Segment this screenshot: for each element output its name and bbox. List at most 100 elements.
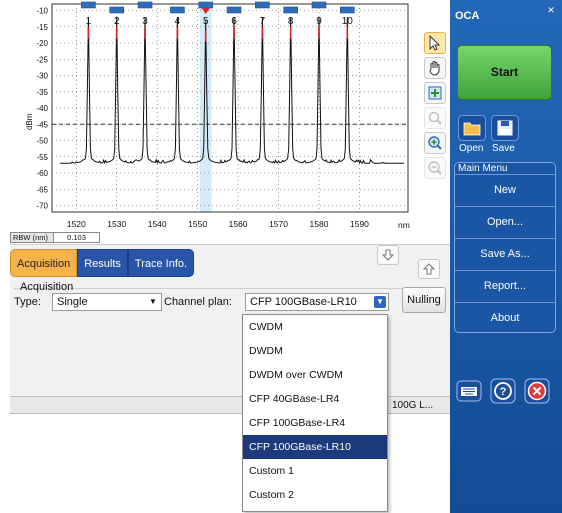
channel-plan-option-selected[interactable]: CFP 100GBase-LR10: [243, 435, 387, 459]
y-axis-label: dBm: [25, 113, 34, 130]
spectrum-trace: [60, 16, 404, 165]
channel-marker[interactable]: [170, 6, 185, 14]
status-text: 100G L...: [392, 400, 434, 411]
cursor-icon: [429, 35, 441, 51]
y-tick-label: -35: [36, 88, 48, 97]
tab-trace-info[interactable]: Trace Info.: [127, 249, 195, 277]
x-tick-label: 1530: [107, 219, 126, 229]
channel-marker[interactable]: [311, 1, 327, 9]
menu-item-about[interactable]: About: [455, 302, 555, 333]
channel-plan-dropdown-list: CWDM DWDM DWDM over CWDM CFP 40GBase-LR4…: [242, 314, 388, 512]
open-button[interactable]: [458, 115, 486, 141]
spectrum-chart[interactable]: -10 -15 -20 -25 -30 -35 -40 -45 -50 -55 -60 -65 -70 1…: [10, 0, 418, 232]
keyboard-button[interactable]: [456, 378, 482, 404]
channel-marker[interactable]: [81, 1, 96, 9]
menu-item-open[interactable]: Open...: [455, 206, 555, 237]
channel-plan-option[interactable]: DWDM: [243, 339, 387, 363]
type-label: Type:: [14, 296, 41, 308]
channel-marker[interactable]: [255, 1, 270, 9]
channel-number-label: 6: [231, 16, 237, 27]
y-tick-label: -15: [36, 23, 48, 32]
y-tick-label: -25: [36, 55, 48, 64]
channel-plan-option[interactable]: Custom 1: [243, 459, 387, 483]
channel-number-label: 3: [142, 16, 148, 27]
channel-marker[interactable]: [137, 1, 153, 9]
channel-number-label: 9: [316, 16, 322, 27]
tab-acquisition[interactable]: Acquisition: [10, 249, 78, 277]
main-menu-title: Main Menu: [458, 163, 508, 174]
channel-number-label: 1: [86, 16, 92, 27]
y-tick-label: -45: [36, 120, 48, 129]
zoom-fit-icon: [428, 86, 442, 100]
type-select-value: Single: [57, 296, 88, 308]
exit-button[interactable]: [524, 378, 550, 404]
chevron-down-icon: ▼: [149, 297, 157, 306]
x-axis-unit: nm: [398, 220, 410, 230]
acquisition-group-title: Acquisition: [20, 281, 74, 293]
channel-marker[interactable]: [109, 6, 125, 14]
zoom-fit-button[interactable]: [424, 82, 446, 104]
pan-tool-button[interactable]: [424, 57, 446, 79]
menu-item-new[interactable]: New: [455, 174, 555, 205]
type-select[interactable]: Single ▼: [52, 293, 162, 311]
x-tick-label: 1540: [148, 219, 167, 229]
tab-results[interactable]: Results: [77, 249, 128, 277]
start-button[interactable]: Start: [457, 45, 552, 100]
channel-plan-value: CFP 100GBase-LR10: [250, 296, 357, 308]
channel-plan-option[interactable]: DWDM over CWDM: [243, 363, 387, 387]
expand-up-button[interactable]: [418, 259, 440, 279]
x-tick-label: 1590: [350, 219, 369, 229]
x-tick-label: 1560: [229, 219, 248, 229]
zoom-search-icon: [428, 111, 442, 125]
keyboard-icon: [456, 380, 482, 402]
close-icon: [524, 378, 550, 404]
zoom-out-icon: [428, 161, 442, 175]
spectrum-plot[interactable]: -10 -15 -20 -25 -30 -35 -40 -45 -50 -55 -60 -65 -70 1…: [10, 0, 418, 232]
y-tick-label: -55: [36, 153, 48, 162]
channel-plan-option[interactable]: CWDM: [243, 315, 387, 339]
acquisition-group-frame: [14, 288, 416, 289]
channel-plan-select[interactable]: CFP 100GBase-LR10 ▼: [245, 293, 389, 311]
help-button[interactable]: ?: [490, 378, 516, 404]
rbw-label: RBW (nm): [11, 233, 54, 242]
channel-plan-label: Channel plan:: [164, 296, 232, 308]
channel-plan-option[interactable]: CFP 100GBase-LR4: [243, 411, 387, 435]
channel-plan-option[interactable]: CFP 40GBase-LR4: [243, 387, 387, 411]
hand-pan-icon: [429, 61, 440, 76]
channel-number-label: 7: [260, 16, 266, 27]
x-tick-label: 1550: [188, 219, 207, 229]
menu-item-save-as[interactable]: Save As...: [455, 238, 555, 269]
close-panel-icon[interactable]: ✕: [545, 4, 557, 16]
x-tick-label: 1520: [67, 219, 86, 229]
cursor-tool-button[interactable]: [424, 32, 446, 54]
svg-text:?: ?: [500, 386, 507, 398]
channel-marker[interactable]: [226, 6, 242, 14]
zoom-in-icon: [428, 136, 442, 150]
channel-marker[interactable]: [340, 6, 355, 14]
save-label: Save: [492, 143, 515, 154]
collapse-down-button[interactable]: [377, 245, 399, 265]
zoom-in-button[interactable]: [424, 132, 446, 154]
chevron-down-icon: ▼: [374, 296, 386, 308]
zoom-search-button[interactable]: [424, 107, 446, 129]
channel-marker[interactable]: [283, 6, 298, 14]
help-icon: ?: [490, 378, 516, 404]
menu-item-report[interactable]: Report...: [455, 270, 555, 301]
app-title: OCA: [455, 10, 480, 22]
channel-marker[interactable]: [198, 1, 214, 9]
y-tick-label: -10: [36, 7, 48, 16]
x-tick-label: 1580: [310, 219, 329, 229]
y-tick-label: -30: [36, 72, 48, 81]
y-tick-label: -70: [36, 202, 48, 211]
y-tick-label: -40: [36, 104, 48, 113]
tab-bar: Acquisition Results Trace Info.: [10, 249, 195, 277]
floppy-disk-icon: [497, 120, 513, 136]
rbw-field: RBW (nm) 0.103: [10, 232, 100, 243]
channel-plan-option[interactable]: Custom 2: [243, 483, 387, 507]
save-button[interactable]: [491, 115, 519, 141]
nulling-button[interactable]: Nulling: [402, 287, 446, 313]
x-tick-label: 1570: [269, 219, 288, 229]
zoom-out-button[interactable]: [424, 157, 446, 179]
arrow-down-icon: [382, 249, 394, 261]
y-tick-label: -60: [36, 169, 48, 178]
